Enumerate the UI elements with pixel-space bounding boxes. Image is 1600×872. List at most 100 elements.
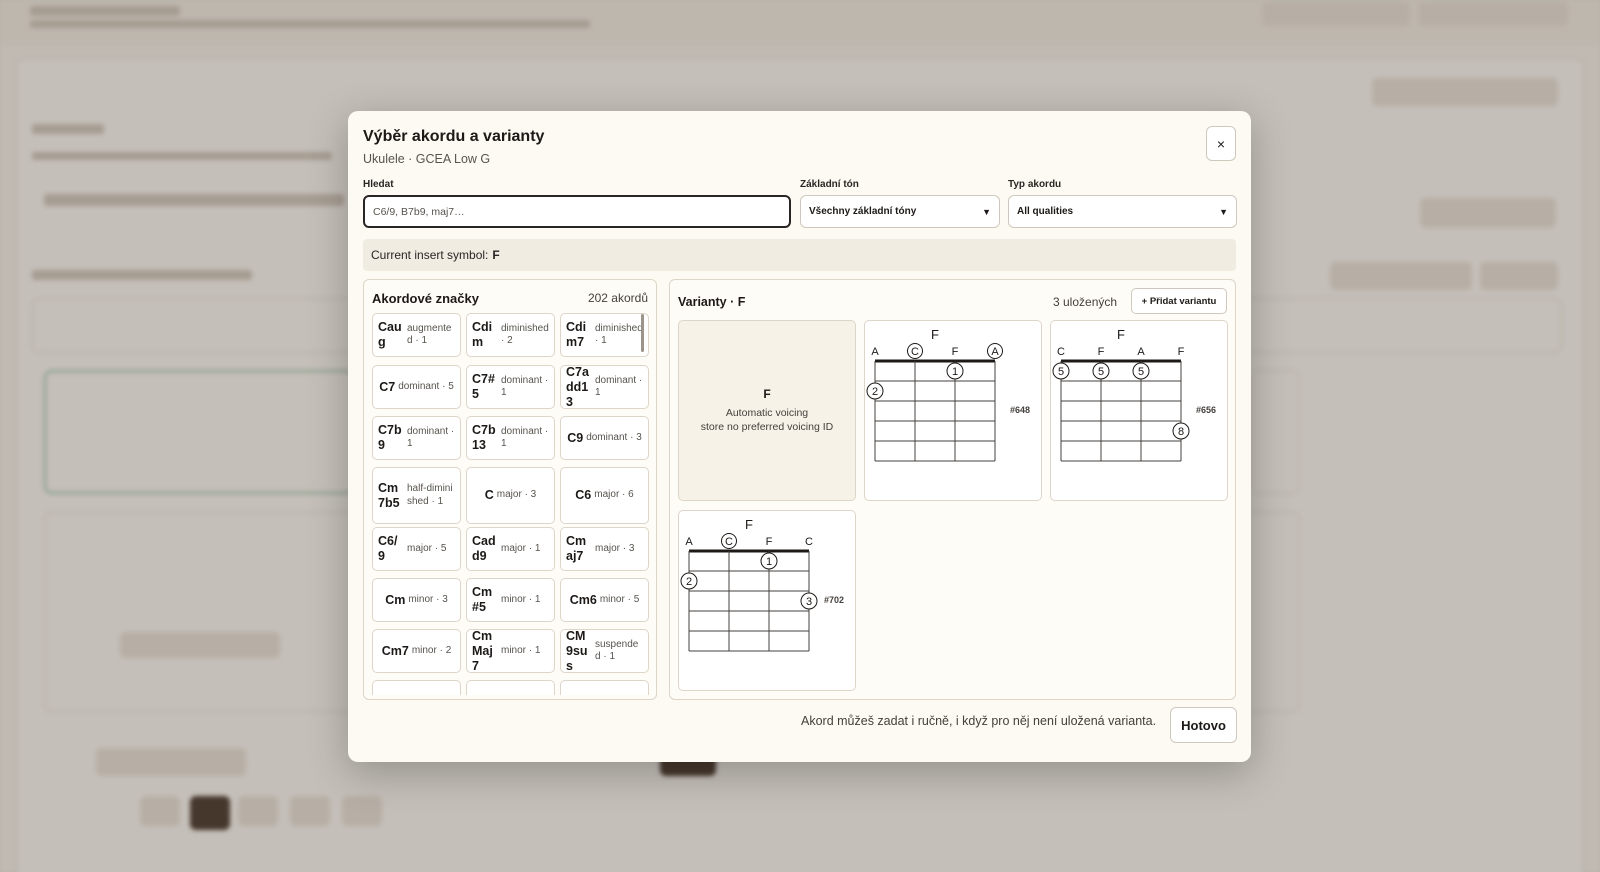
string-note-label: F <box>766 536 773 548</box>
chord-chip-quality: minor · 3 <box>408 593 448 605</box>
chord-chip-quality: major · 6 <box>594 489 634 501</box>
root-note-select-value: Všechny základní tóny <box>809 206 917 217</box>
chord-chip[interactable]: C7 dominant · 5 <box>372 365 461 409</box>
string-note-label: C <box>1057 346 1065 358</box>
chord-chip-quality: dominant · 1 <box>407 425 455 450</box>
chord-chip-quality: dominant · 1 <box>595 374 643 399</box>
chord-chip[interactable]: C9 dominant · 3 <box>560 416 649 460</box>
chord-chip[interactable]: Cm7b5 half-diminished · 1 <box>372 467 461 524</box>
chord-type-select[interactable]: All qualities ▼ <box>1008 195 1237 228</box>
search-input[interactable] <box>363 195 791 228</box>
chord-chip-name: Cdim7 <box>566 320 587 349</box>
voicings-panel: Varianty · F 3 uložených + Přidat varian… <box>669 279 1236 700</box>
voicing-card[interactable]: F A C F A 2 1 #648 <box>864 320 1042 501</box>
insert-symbol-bar: Current insert symbol: F <box>363 239 1236 271</box>
diagram-chord-name: F <box>745 517 753 532</box>
chord-count: 202 akordů <box>587 291 648 305</box>
chord-diagram: FC F A F5 5 58#656 <box>1052 327 1216 462</box>
voicing-id: #656 <box>1196 405 1216 415</box>
voicing-card[interactable]: F C F A F 5 5 5 8 #656 <box>1050 320 1228 501</box>
modal-title: Výběr akordu a varianty <box>363 128 545 145</box>
string-note-label: A <box>991 346 999 358</box>
finger-label: 8 <box>1178 426 1184 438</box>
add-voicing-button[interactable]: + Přidat variantu <box>1131 288 1227 314</box>
chord-chip-name: Cm6 <box>569 592 597 607</box>
chord-chip[interactable]: C7add13 dominant · 1 <box>560 365 649 409</box>
voicing-card[interactable]: F A C F C 2 1 3 #702 <box>678 510 856 691</box>
chord-type-select-value: All qualities <box>1017 206 1074 217</box>
chord-chip-quality: dominant · 3 <box>586 431 642 443</box>
chevron-down-icon: ▼ <box>1219 206 1228 217</box>
chord-chip-quality: suspended · 1 <box>595 638 639 663</box>
chord-chip[interactable]: C7#5 dominant · 1 <box>466 365 555 409</box>
chord-chip-name: Cm <box>385 592 406 607</box>
chord-chip[interactable]: Cdim7 diminished · 1 <box>560 313 649 357</box>
chord-chip-name: C9 <box>567 430 584 445</box>
chord-chip-quality: major · 1 <box>501 542 541 554</box>
diagram-chord-name: F <box>1117 327 1125 342</box>
chord-chip[interactable]: Cm6 minor · 5 <box>560 578 649 622</box>
chord-chip-name: CmMaj7 <box>472 628 493 673</box>
chord-chip[interactable]: CmMaj7 minor · 1 <box>466 629 555 673</box>
chord-chip[interactable]: Cm minor · 3 <box>372 578 461 622</box>
string-note-label: A <box>871 346 879 358</box>
chord-chip[interactable]: Cm#5 minor · 1 <box>466 578 555 622</box>
chord-chip-quality: diminished · 1 <box>595 322 643 347</box>
chord-chip[interactable] <box>560 680 649 695</box>
chord-chip-quality: major · 5 <box>407 542 447 554</box>
string-note-label: F <box>1098 346 1105 358</box>
chord-chip-name: Cmaj7 <box>566 534 587 563</box>
chord-chip[interactable]: C6 major · 6 <box>560 467 649 524</box>
insert-symbol-value: F <box>492 248 500 262</box>
chord-chip-name: Cadd9 <box>472 534 496 563</box>
chord-grid[interactable]: Caug augmented · 1 Cdim diminished · 2 Cdim7… <box>372 313 650 695</box>
string-note-label: F <box>1178 346 1185 358</box>
chord-chip-quality: major · 3 <box>595 542 635 554</box>
chord-chip-name: Cdim <box>472 320 493 349</box>
finger-label: 2 <box>686 576 692 588</box>
finger-label: 1 <box>952 366 958 378</box>
chord-list-panel: Akordové značky 202 akordů Caug augmented… <box>363 279 657 700</box>
chord-chip-name: C7add13 <box>566 364 589 409</box>
insert-symbol-prefix: Current insert symbol: <box>371 248 489 262</box>
diagram-chord-name: F <box>931 327 939 342</box>
chord-chip[interactable]: CM9sus suspended · 1 <box>560 629 649 673</box>
string-note-label: A <box>1137 346 1145 358</box>
automatic-voicing-name: F <box>763 386 771 401</box>
done-button[interactable]: Hotovo <box>1170 707 1237 743</box>
finger-label: 5 <box>1058 366 1064 378</box>
chord-chip-quality: dominant · 5 <box>398 380 454 392</box>
string-note-label: F <box>952 346 959 358</box>
chord-chip[interactable]: C7b9 dominant · 1 <box>372 416 461 460</box>
chord-picker-modal: Výběr akordu a varianty Ukulele · GCEA L… <box>348 111 1251 762</box>
string-note-label: C <box>725 536 733 548</box>
close-icon: × <box>1216 135 1226 152</box>
chord-chip[interactable]: Cdim diminished · 2 <box>466 313 555 357</box>
root-note-select[interactable]: Všechny základní tóny ▼ <box>800 195 1000 228</box>
chord-list-scrollbar[interactable] <box>641 314 644 352</box>
chord-chip[interactable]: C7b13 dominant · 1 <box>466 416 555 460</box>
root-select-label: Základní tón <box>800 179 859 190</box>
string-note-label: C <box>805 536 813 548</box>
chord-chip[interactable]: Cm7 minor · 2 <box>372 629 461 673</box>
chord-chip-quality: dominant · 1 <box>501 425 549 450</box>
chord-chip[interactable]: Cadd9 major · 1 <box>466 527 555 571</box>
chord-chip[interactable]: Caug augmented · 1 <box>372 313 461 357</box>
automatic-voicing-line1: Automatic voicing <box>725 406 809 419</box>
chord-chip-name: Cm7 <box>381 643 409 658</box>
close-button[interactable]: × <box>1206 126 1236 161</box>
chord-chip-name: Cm7b5 <box>378 480 400 510</box>
chord-chip-quality: half-diminished · 1 <box>407 483 453 507</box>
automatic-voicing-card[interactable]: F Automatic voicing store no preferred v… <box>678 320 856 501</box>
chord-chip-name: C7b13 <box>472 423 496 452</box>
chord-chip[interactable] <box>372 680 461 695</box>
chord-chip[interactable]: Cmajor · 3 <box>466 467 555 524</box>
chord-chip-name: C <box>484 488 494 502</box>
chord-chip-name: C7#5 <box>472 372 495 401</box>
chord-chip[interactable]: Cmaj7 major · 3 <box>560 527 649 571</box>
chord-list-title: Akordové značky <box>372 291 479 306</box>
chord-chip[interactable]: C6/9 major · 5 <box>372 527 461 571</box>
chord-chip-quality: minor · 1 <box>501 593 541 605</box>
chord-diagram: FA C F A21#648 <box>866 327 1030 462</box>
chord-chip[interactable] <box>466 680 555 695</box>
